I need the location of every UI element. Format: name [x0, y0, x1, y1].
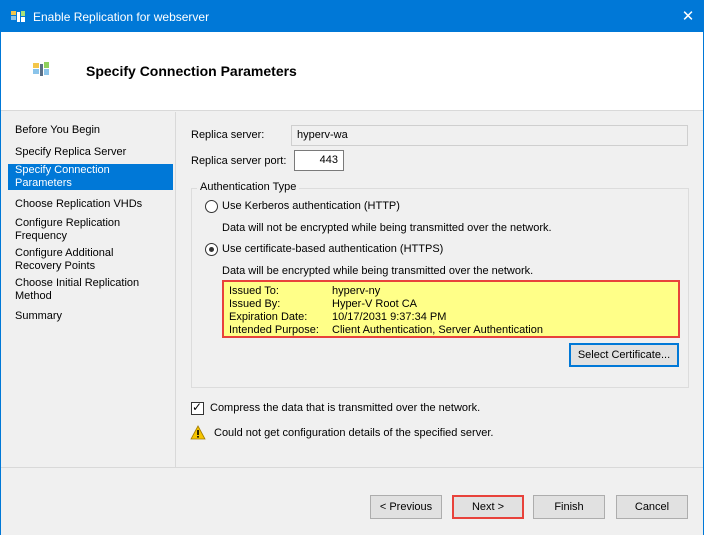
certificate-radio[interactable] — [205, 243, 218, 256]
wizard-window: Enable Replication for webserver ✕ Speci… — [0, 0, 704, 535]
wizard-header: Specify Connection Parameters — [1, 32, 703, 111]
page-title: Specify Connection Parameters — [86, 63, 297, 79]
sidebar-item-before-you-begin[interactable]: Before You Begin — [8, 124, 173, 137]
warning-message: Could not get configuration details of t… — [214, 427, 494, 439]
title-bar: Enable Replication for webserver ✕ — [1, 1, 703, 32]
compress-checkbox[interactable]: ✓ — [191, 400, 204, 415]
compress-label[interactable]: Compress the data that is transmitted ov… — [210, 402, 480, 414]
issued-to-value: hyperv-ny — [332, 285, 381, 297]
sidebar-item-summary[interactable]: Summary — [8, 310, 173, 323]
intended-purpose-label: Intended Purpose: — [229, 324, 319, 336]
replica-port-input[interactable]: 443 — [294, 150, 344, 171]
kerberos-description: Data will not be encrypted while being t… — [222, 222, 552, 234]
authentication-type-title: Authentication Type — [197, 181, 300, 193]
sidebar-item-label: Specify Replica Server — [15, 146, 127, 158]
previous-button[interactable]: < Previous — [370, 495, 442, 519]
certificate-label[interactable]: Use certificate-based authentication (HT… — [222, 243, 443, 255]
window-title: Enable Replication for webserver — [33, 10, 210, 24]
hyperv-app-icon — [11, 11, 25, 22]
expiration-date-label: Expiration Date: — [229, 311, 308, 323]
finish-button[interactable]: Finish — [533, 495, 605, 519]
sidebar-item-label-line2: Method — [15, 290, 52, 302]
sidebar-item-label: Summary — [15, 310, 63, 322]
kerberos-label[interactable]: Use Kerberos authentication (HTTP) — [222, 200, 400, 212]
replication-wizard-icon — [33, 62, 49, 76]
checkmark-icon: ✓ — [192, 400, 203, 414]
issued-by-label: Issued By: — [229, 298, 281, 310]
expiration-date-value: 10/17/2031 9:37:34 PM — [332, 311, 447, 323]
replica-server-field: hyperv-wa — [291, 125, 688, 146]
replica-port-label: Replica server port: — [191, 155, 287, 167]
sidebar-item-label-line2: Frequency — [15, 230, 67, 242]
next-button[interactable]: Next > — [452, 495, 524, 519]
sidebar-item-label: Specify Connection — [15, 164, 110, 176]
sidebar-item-label: Configure Additional — [15, 247, 114, 259]
wizard-steps-sidebar: Before You Begin Specify Replica Server … — [1, 112, 176, 467]
radio-selected-dot — [209, 247, 214, 252]
cancel-button[interactable]: Cancel — [616, 495, 688, 519]
replica-server-label: Replica server: — [191, 129, 265, 141]
intended-purpose-value: Client Authentication, Server Authentica… — [332, 324, 543, 336]
select-certificate-button[interactable]: Select Certificate... — [569, 343, 679, 367]
kerberos-radio[interactable] — [205, 200, 218, 213]
sidebar-item-label-line2: Parameters — [15, 177, 72, 189]
sidebar-item-configure-replication-frequency[interactable]: Configure Replication Frequency — [8, 217, 173, 243]
issued-by-value: Hyper-V Root CA — [332, 298, 417, 310]
warning-icon — [190, 425, 206, 440]
sidebar-item-label: Before You Begin — [15, 124, 101, 136]
close-icon[interactable]: ✕ — [673, 1, 703, 32]
sidebar-item-choose-replication-vhds[interactable]: Choose Replication VHDs — [8, 198, 173, 211]
sidebar-item-configure-additional-recovery-points[interactable]: Configure Additional Recovery Points — [8, 247, 173, 273]
certificate-description: Data will be encrypted while being trans… — [222, 265, 534, 277]
sidebar-item-label: Configure Replication — [15, 217, 121, 229]
sidebar-item-label: Choose Initial Replication — [15, 277, 140, 289]
sidebar-item-choose-initial-replication-method[interactable]: Choose Initial Replication Method — [8, 277, 173, 303]
sidebar-item-label-line2: Recovery Points — [15, 260, 96, 272]
sidebar-item-label: Choose Replication VHDs — [15, 198, 143, 210]
issued-to-label: Issued To: — [229, 285, 279, 297]
sidebar-item-specify-connection-parameters[interactable]: Specify Connection Parameters — [8, 164, 173, 190]
sidebar-item-specify-replica-server[interactable]: Specify Replica Server — [8, 146, 173, 159]
certificate-details: Issued To: hyperv-ny Issued By: Hyper-V … — [222, 280, 680, 338]
